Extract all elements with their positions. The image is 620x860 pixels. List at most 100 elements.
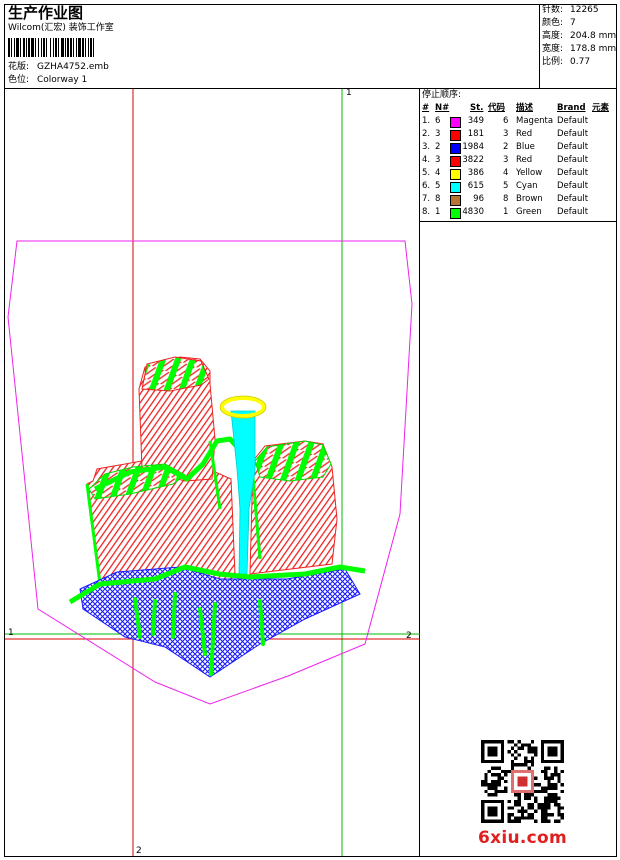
col-needle: N# xyxy=(435,103,450,113)
guide-label-v1: 1 xyxy=(346,88,352,98)
row-needle: 8 xyxy=(435,194,441,204)
barcode xyxy=(8,38,94,57)
col-code: 代码 xyxy=(488,103,506,113)
table-row: 7. 8 96 8 Brown Default xyxy=(420,193,616,206)
stat-label: 高度: xyxy=(542,31,564,41)
stat-value: 7 xyxy=(570,18,576,28)
color-swatch xyxy=(450,117,461,128)
row-needle: 6 xyxy=(435,116,441,126)
col-element: 元素 xyxy=(592,103,610,113)
row-brand: Default xyxy=(557,194,589,204)
row-stitches: 4830 xyxy=(462,207,484,217)
table-header: # N# St. 代码 描述 Brand 元素 xyxy=(420,102,616,115)
row-code: 3 xyxy=(503,129,509,139)
design-label: 花版: xyxy=(8,62,30,72)
stat-label: 颜色: xyxy=(542,18,564,28)
stat-value: 12265 xyxy=(570,5,599,15)
table-row: 3. 2 1984 2 Blue Default xyxy=(420,141,616,154)
row-desc: Red xyxy=(516,129,533,139)
row-index: 6. xyxy=(422,181,431,191)
guide-label-v2: 2 xyxy=(136,846,142,856)
stat-label: 针数: xyxy=(542,5,564,15)
row-needle: 1 xyxy=(435,207,441,217)
row-stitches: 96 xyxy=(473,194,484,204)
table-row: 1. 6 349 6 Magenta Default xyxy=(420,115,616,128)
design-file: GZHA4752.emb xyxy=(37,62,109,72)
row-stitches: 386 xyxy=(467,168,484,178)
col-index: # xyxy=(422,103,430,113)
qr-code xyxy=(481,740,564,823)
row-index: 2. xyxy=(422,129,431,139)
stat-value: 0.77 xyxy=(570,57,591,67)
row-index: 7. xyxy=(422,194,431,204)
row-desc: Magenta xyxy=(516,116,554,126)
row-brand: Default xyxy=(557,129,589,139)
row-stitches: 181 xyxy=(467,129,484,139)
color-swatch xyxy=(450,130,461,141)
stat-label: 比例: xyxy=(542,57,564,67)
row-stitches: 615 xyxy=(467,181,484,191)
row-needle: 3 xyxy=(435,129,441,139)
row-stitches: 349 xyxy=(467,116,484,126)
color-swatch xyxy=(450,169,461,180)
row-desc: Cyan xyxy=(516,181,538,191)
guide-label-h2: 2 xyxy=(406,631,412,641)
row-brand: Default xyxy=(557,168,589,178)
row-desc: Blue xyxy=(516,142,535,152)
row-brand: Default xyxy=(557,155,589,165)
row-needle: 2 xyxy=(435,142,441,152)
right-roof xyxy=(254,440,332,482)
stat-value: 178.8 mm xyxy=(570,44,617,54)
table-bottom-divider xyxy=(419,221,617,222)
row-stitches: 3822 xyxy=(462,155,484,165)
row-desc: Green xyxy=(516,207,542,217)
row-brand: Default xyxy=(557,142,589,152)
table-row: 8. 1 4830 1 Green Default xyxy=(420,206,616,219)
row-code: 6 xyxy=(503,116,509,126)
design-canvas xyxy=(5,89,420,856)
col-desc: 描述 xyxy=(516,103,534,113)
row-needle: 3 xyxy=(435,155,441,165)
guide-label-h1: 1 xyxy=(8,628,14,638)
row-stitches: 1984 xyxy=(462,142,484,152)
page-title: 生产作业图 xyxy=(8,4,84,22)
table-row: 6. 5 615 5 Cyan Default xyxy=(420,180,616,193)
row-brand: Default xyxy=(557,207,589,217)
col-brand: Brand xyxy=(557,103,586,113)
stat-label: 宽度: xyxy=(542,44,564,54)
watermark: 6xiu.com xyxy=(478,828,568,848)
row-desc: Red xyxy=(516,155,533,165)
color-swatch xyxy=(450,156,461,167)
table-row: 2. 3 181 3 Red Default xyxy=(420,128,616,141)
row-code: 5 xyxy=(503,181,509,191)
row-brand: Default xyxy=(557,181,589,191)
row-index: 1. xyxy=(422,116,431,126)
row-desc: Brown xyxy=(516,194,543,204)
row-code: 2 xyxy=(503,142,509,152)
color-swatch xyxy=(450,195,461,206)
row-code: 1 xyxy=(503,207,509,217)
color-swatch xyxy=(450,143,461,154)
studio-name: Wilcom(汇宏) 装饰工作室 xyxy=(8,23,114,33)
table-row: 4. 3 3822 3 Red Default xyxy=(420,154,616,167)
row-index: 8. xyxy=(422,207,431,217)
stop-sequence-table: # N# St. 代码 描述 Brand 元素 1. 6 349 6 Magenta De… xyxy=(420,102,616,219)
row-code: 3 xyxy=(503,155,509,165)
colorway-name: Colorway 1 xyxy=(37,75,88,85)
stats-divider xyxy=(539,4,540,88)
stop-sequence-title: 停止顺序: xyxy=(422,90,462,100)
row-needle: 4 xyxy=(435,168,441,178)
row-needle: 5 xyxy=(435,181,441,191)
table-row: 5. 4 386 4 Yellow Default xyxy=(420,167,616,180)
row-index: 4. xyxy=(422,155,431,165)
row-brand: Default xyxy=(557,116,589,126)
stat-value: 204.8 mm xyxy=(570,31,617,41)
colorway-label: 色位: xyxy=(8,75,30,85)
color-swatch xyxy=(450,182,461,193)
row-index: 3. xyxy=(422,142,431,152)
row-desc: Yellow xyxy=(516,168,543,178)
row-code: 4 xyxy=(503,168,509,178)
color-swatch xyxy=(450,208,461,219)
tower-roof xyxy=(141,356,210,392)
col-stitches: St. xyxy=(470,103,484,113)
